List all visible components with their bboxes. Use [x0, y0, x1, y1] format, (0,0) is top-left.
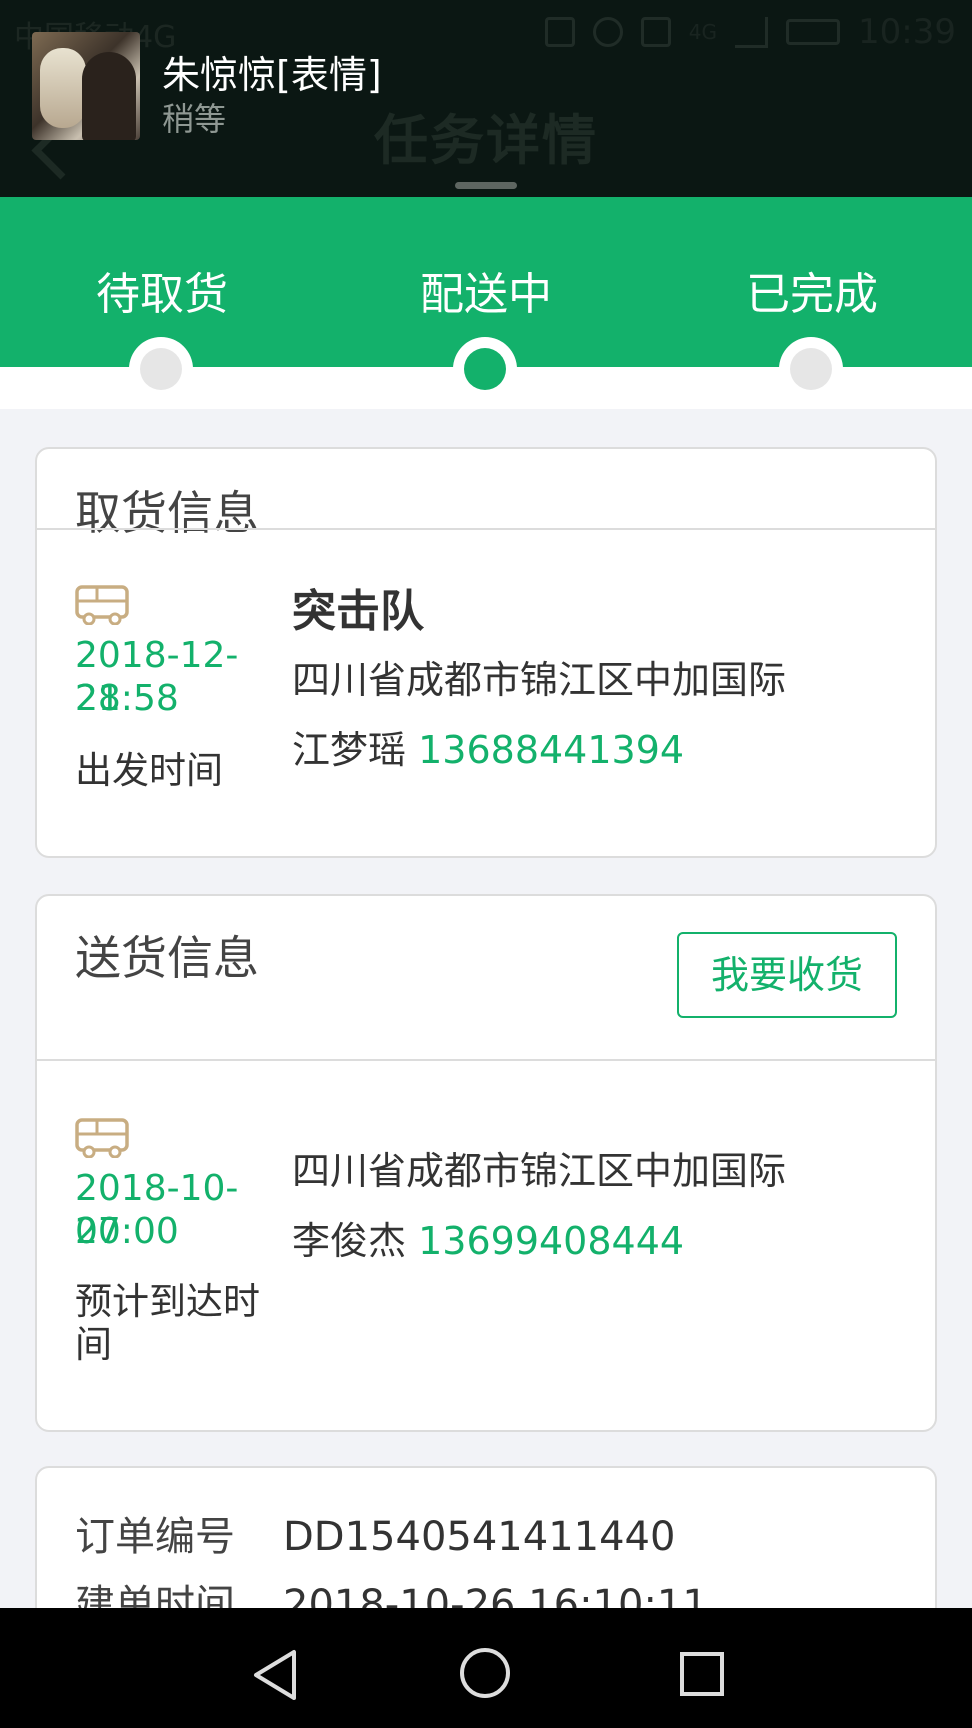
step-dot-delivering — [453, 337, 517, 401]
notification-drag-handle[interactable] — [455, 182, 517, 189]
truck-icon — [75, 585, 129, 625]
delivery-card-title: 送货信息 — [75, 931, 259, 985]
signal-icon — [735, 16, 769, 48]
order-number-value: DD1540541411440 — [283, 1514, 676, 1560]
battery-icon — [786, 19, 841, 45]
step-label-pending: 待取货 — [96, 269, 228, 320]
status-icons: 4G 10:39 — [544, 12, 956, 52]
delivery-info-card: 送货信息 我要收货 2018-10-27 00:00 预计到达时间 四川省成都市… — [35, 894, 937, 1432]
step-dot-pending — [129, 337, 193, 401]
system-navigation-bar — [0, 1608, 972, 1728]
nav-home-icon[interactable] — [460, 1648, 510, 1698]
order-number-row: 订单编号 DD1540541411440 — [75, 1504, 675, 1562]
pickup-time-label: 出发时间 — [75, 749, 223, 792]
nfc-icon — [640, 17, 671, 47]
pickup-contact-name: 江梦瑶 — [292, 728, 407, 772]
nav-back-icon[interactable] — [250, 1648, 300, 1702]
notification-avatar[interactable] — [32, 32, 140, 140]
step-label-delivering: 配送中 — [420, 269, 552, 320]
network-type-label: 4G — [688, 20, 718, 44]
delivery-contact-name: 李俊杰 — [292, 1219, 407, 1263]
delivery-contact: 李俊杰 13699408444 — [292, 1210, 684, 1265]
delivery-address: 四川省成都市锦江区中加国际 — [292, 1149, 787, 1193]
delivery-time: 00:00 — [75, 1211, 179, 1252]
divider — [37, 528, 935, 530]
order-number-label: 订单编号 — [75, 1514, 235, 1560]
pickup-site-name: 突击队 — [292, 586, 424, 637]
alarm-icon — [592, 17, 623, 47]
nav-recent-apps-icon[interactable] — [680, 1652, 724, 1696]
pickup-contact-phone[interactable]: 13688441394 — [418, 728, 684, 772]
page-title: 任务详情 — [374, 109, 598, 172]
divider — [37, 1059, 935, 1061]
truck-icon — [75, 1118, 129, 1158]
pickup-contact: 江梦瑶 13688441394 — [292, 719, 684, 774]
delivery-contact-phone[interactable]: 13699408444 — [418, 1219, 684, 1263]
step-label-completed: 已完成 — [746, 269, 878, 320]
vibrate-icon — [544, 17, 575, 47]
status-bar: 中国移动4G 4G 10:39 — [0, 0, 972, 66]
notification-message[interactable]: 稍等 — [162, 94, 226, 140]
receive-goods-button[interactable]: 我要收货 — [677, 932, 897, 1018]
pickup-time: 21:58 — [75, 678, 179, 719]
step-dot-completed — [779, 337, 843, 401]
delivery-time-label: 预计到达时间 — [75, 1280, 260, 1366]
notification-sender[interactable]: 朱惊惊[表情] — [162, 44, 382, 99]
status-time: 10:39 — [858, 12, 956, 52]
pickup-info-card: 取货信息 2018-12-28 21:58 出发时间 突击队 四川省成都市锦江区… — [35, 447, 937, 858]
pickup-address: 四川省成都市锦江区中加国际 — [292, 658, 787, 702]
pickup-card-title: 取货信息 — [75, 486, 259, 540]
